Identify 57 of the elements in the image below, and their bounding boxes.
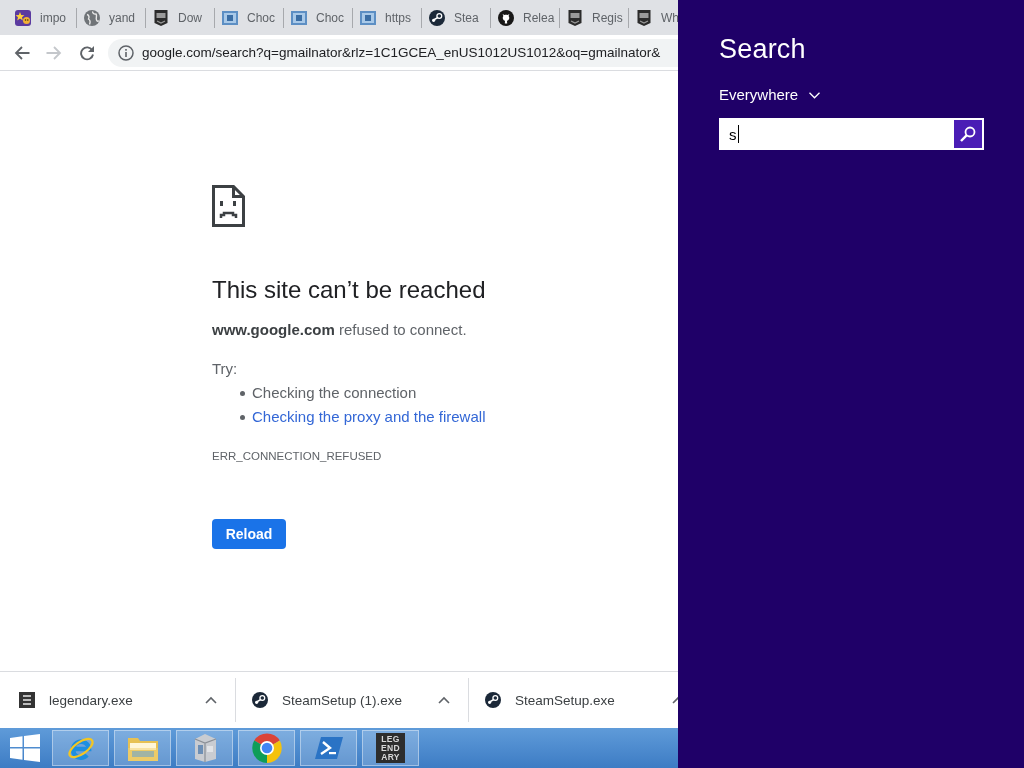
chevron-down-icon [809,91,821,99]
emblem-icon [636,9,652,26]
disc-logo-icon [485,692,501,708]
logo-tile: LEG END ARY [376,733,405,763]
picture-tile-icon [291,9,307,26]
browser-tab[interactable]: impo [8,7,77,28]
error-message: www.google.com refused to connect. [212,320,467,340]
browser-tab[interactable]: Choc [284,7,353,28]
scope-dropdown[interactable]: Everywhere [719,85,821,105]
taskbar-button[interactable]: LEG END ARY [362,730,419,766]
download-name[interactable]: legendary.exe [49,692,133,708]
chevron-up-icon[interactable] [205,696,217,704]
suggestion-link[interactable]: Checking the proxy and the firewall [252,407,486,427]
reload-button[interactable]: Reload [212,519,286,549]
search-button[interactable] [954,120,982,148]
cat-logo-icon [498,9,514,26]
bullet-icon [240,414,245,420]
picture-tile-icon [222,9,238,26]
taskbar-button[interactable] [300,730,357,766]
reload-icon[interactable] [79,44,95,61]
search-field[interactable]: s [719,118,984,150]
search-icon [960,126,976,142]
browser-tab[interactable]: yand [77,7,146,28]
globe-icon [84,9,100,26]
browser-tab[interactable]: Choc [215,7,284,28]
ring-logo-icon [251,733,282,763]
emblem-icon [567,9,583,26]
four-pane-logo-icon [10,734,40,762]
back-arrow-icon[interactable] [14,44,30,61]
browser-tab[interactable]: Stea [422,7,491,28]
download-name[interactable]: SteamSetup.exe [515,692,615,708]
logo-tile-icon [19,692,35,708]
picture-tile-icon [360,9,376,26]
bullet-icon [240,390,245,396]
download-name[interactable]: SteamSetup (1).exe [282,692,403,708]
chevron-up-icon[interactable] [438,696,450,704]
terminal-icon [313,736,344,760]
browser-tab[interactable]: Dow [146,7,215,28]
sticker-icon [15,9,31,26]
browser-tab[interactable]: Wh [629,7,678,28]
emblem-icon [153,9,169,26]
taskbar-button[interactable] [114,730,171,766]
disc-logo-icon [252,692,268,708]
browser-tab[interactable]: Relea [491,7,560,28]
suggestion-text: Checking the connection [252,383,417,403]
start-button[interactable] [10,733,40,763]
error-code: ERR_CONNECTION_REFUSED [212,449,382,464]
disc-logo-icon [429,9,445,26]
try-label: Try: [212,359,238,379]
taskbar-button[interactable] [238,730,295,766]
error-heading: This site can’t be reached [212,275,486,305]
browser-tab[interactable]: https [353,7,422,28]
address-bar[interactable]: google.com/search?q=gmailnator&rlz=1C1GCEA_enUS1012US1012&oq=gmailnator& [108,38,678,67]
sad-page-icon [212,185,245,227]
info-icon[interactable] [118,44,134,61]
panel-title: Search [719,33,806,66]
browser-tab[interactable]: Regis [560,7,629,28]
